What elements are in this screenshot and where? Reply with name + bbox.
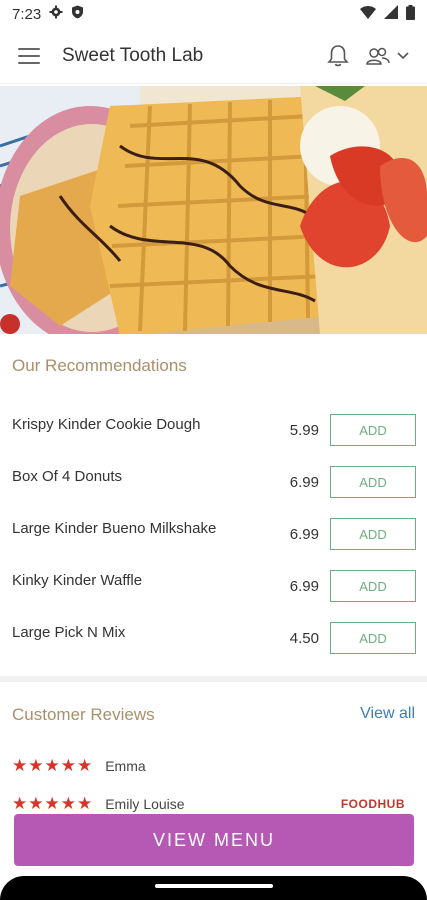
add-button[interactable]: ADD — [330, 518, 416, 550]
item-price: 6.99 — [289, 526, 319, 543]
list-item: Box Of 4 Donuts 6.99 ADD — [0, 458, 427, 510]
system-nav-bar — [0, 876, 427, 900]
bell-icon[interactable] — [327, 44, 349, 68]
hero-image — [0, 86, 427, 334]
item-name: Large Kinder Bueno Milkshake — [12, 520, 217, 537]
list-item: Krispy Kinder Cookie Dough 5.99 ADD — [0, 406, 427, 458]
add-button[interactable]: ADD — [330, 466, 416, 498]
item-price: 4.50 — [289, 630, 319, 647]
settings-icon — [49, 5, 63, 23]
status-bar: 7:23 — [0, 0, 427, 28]
shield-icon — [71, 5, 84, 23]
item-name: Large Pick N Mix — [12, 624, 126, 641]
app-title: Sweet Tooth Lab — [62, 44, 204, 66]
item-price: 6.99 — [289, 578, 319, 595]
app-bar: Sweet Tooth Lab — [0, 28, 427, 84]
list-item: Kinky Kinder Waffle 6.99 ADD — [0, 562, 427, 614]
review-source-badge: FOODHUB — [340, 797, 405, 811]
chevron-down-icon[interactable] — [397, 47, 409, 65]
view-all-link[interactable]: View all — [360, 705, 415, 723]
status-right — [360, 4, 415, 24]
status-time: 7:23 — [12, 5, 42, 23]
item-name: Box Of 4 Donuts — [12, 468, 123, 485]
item-name: Kinky Kinder Waffle — [12, 572, 143, 589]
profile-icon[interactable] — [365, 46, 391, 66]
star-rating: ★★★★★ — [12, 756, 94, 775]
reviewer-name: Emma — [105, 758, 146, 774]
home-gesture-pill[interactable] — [155, 884, 273, 888]
reviewer-name: Emily Louise — [105, 796, 185, 812]
status-left: 7:23 — [12, 5, 84, 23]
menu-icon[interactable] — [18, 47, 40, 64]
item-price: 6.99 — [289, 474, 319, 491]
list-item: Large Kinder Bueno Milkshake 6.99 ADD — [0, 510, 427, 562]
item-name: Krispy Kinder Cookie Dough — [12, 416, 201, 433]
signal-icon — [384, 5, 398, 23]
section-divider — [0, 676, 427, 682]
review-item: ★★★★★ Emily Louise — [12, 794, 185, 814]
add-button[interactable]: ADD — [330, 414, 416, 446]
battery-icon — [406, 4, 415, 24]
item-price: 5.99 — [289, 422, 319, 439]
reviews-title: Customer Reviews — [12, 705, 155, 724]
add-button[interactable]: ADD — [330, 570, 416, 602]
list-item: Large Pick N Mix 4.50 ADD — [0, 614, 427, 666]
review-item: ★★★★★ Emma — [12, 756, 146, 776]
star-rating: ★★★★★ — [12, 794, 94, 813]
recommendations-title: Our Recommendations — [12, 356, 187, 375]
view-menu-button[interactable]: VIEW MENU — [14, 814, 414, 866]
add-button[interactable]: ADD — [330, 622, 416, 654]
wifi-icon — [360, 5, 376, 23]
